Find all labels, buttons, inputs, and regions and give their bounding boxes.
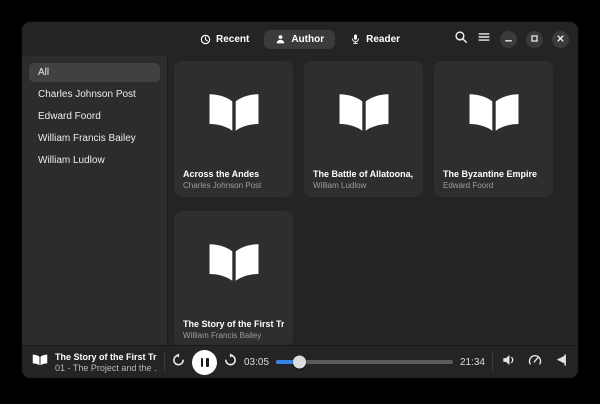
- sidebar-item-charles-johnson-post[interactable]: Charles Johnson Post: [29, 85, 160, 104]
- book-card[interactable]: The Battle of Allatoona, … William Ludlo…: [304, 61, 423, 197]
- open-book-icon: [467, 92, 521, 138]
- book-author: William Ludlow: [313, 181, 414, 190]
- tab-reader[interactable]: Reader: [339, 30, 411, 49]
- now-playing-cover[interactable]: [32, 353, 48, 371]
- seek-forward-icon: [224, 353, 237, 371]
- sidebar-item-william-francis-bailey[interactable]: William Francis Bailey: [29, 129, 160, 148]
- progress-slider[interactable]: [276, 355, 453, 369]
- book-author: Charles Johnson Post: [183, 181, 284, 190]
- app-window: Recent Author Reader: [22, 22, 578, 378]
- speedometer-icon: [528, 353, 542, 372]
- tab-author[interactable]: Author: [264, 30, 335, 49]
- sidebar-item-edward-foord[interactable]: Edward Foord: [29, 107, 160, 126]
- search-button[interactable]: [454, 30, 468, 49]
- volume-icon: [502, 353, 516, 372]
- sidebar-item-all[interactable]: All: [29, 63, 160, 82]
- divider: [492, 352, 493, 372]
- book-cover: [183, 61, 284, 169]
- clock-icon: [200, 34, 211, 45]
- search-icon: [454, 30, 468, 49]
- close-icon: [556, 30, 565, 48]
- header-bar: Recent Author Reader: [22, 22, 578, 56]
- hamburger-menu-icon: [477, 30, 491, 49]
- book-grid-area: Across the Andes Charles Johnson Post Th…: [168, 56, 578, 345]
- divider: [164, 352, 165, 372]
- microphone-icon: [350, 34, 361, 45]
- person-icon: [275, 34, 286, 45]
- sleep-timer-icon: [554, 353, 568, 372]
- slider-handle[interactable]: [293, 356, 306, 369]
- book-grid: Across the Andes Charles Johnson Post Th…: [174, 61, 578, 345]
- open-book-icon: [337, 92, 391, 138]
- book-cover: [313, 61, 414, 169]
- tab-reader-label: Reader: [366, 34, 400, 45]
- header-actions: [454, 22, 569, 56]
- book-author: William Francis Bailey: [183, 331, 284, 340]
- maximize-button[interactable]: [526, 31, 543, 48]
- seek-back-icon: [172, 353, 185, 371]
- elapsed-time: 03:05: [244, 357, 269, 368]
- open-book-icon: [207, 242, 261, 288]
- book-cover: [443, 61, 544, 169]
- tab-recent[interactable]: Recent: [189, 30, 260, 49]
- seek-back-button[interactable]: [172, 353, 185, 371]
- sleep-timer-button[interactable]: [554, 353, 568, 372]
- open-book-icon: [32, 353, 48, 371]
- playback-speed-button[interactable]: [528, 353, 542, 372]
- author-sidebar: All Charles Johnson Post Edward Foord Wi…: [22, 56, 168, 345]
- volume-button[interactable]: [502, 353, 516, 372]
- sidebar-item-william-ludlow[interactable]: William Ludlow: [29, 151, 160, 170]
- seek-forward-button[interactable]: [224, 353, 237, 371]
- book-card[interactable]: The Story of the First Tr… William Franc…: [174, 211, 293, 345]
- book-title: The Story of the First Tr…: [183, 319, 284, 329]
- slider-fill: [276, 360, 299, 364]
- book-title: Across the Andes: [183, 169, 284, 179]
- view-switcher: Recent Author Reader: [189, 30, 411, 49]
- book-title: The Byzantine Empire: [443, 169, 544, 179]
- maximize-icon: [530, 30, 539, 48]
- player-bar: The Story of the First Tr… 01 - The Proj…: [22, 345, 578, 378]
- content-area: All Charles Johnson Post Edward Foord Wi…: [22, 56, 578, 345]
- now-playing-info[interactable]: The Story of the First Tr… 01 - The Proj…: [55, 352, 157, 373]
- player-extra-controls: [502, 353, 568, 372]
- tab-recent-label: Recent: [216, 34, 249, 45]
- open-book-icon: [207, 92, 261, 138]
- now-playing-chapter: 01 - The Project and the …: [55, 363, 157, 373]
- play-pause-button[interactable]: [192, 350, 217, 375]
- tab-author-label: Author: [291, 34, 324, 45]
- now-playing-title: The Story of the First Tr…: [55, 352, 157, 362]
- menu-button[interactable]: [477, 30, 491, 49]
- book-cover: [183, 211, 284, 319]
- pause-icon: [201, 358, 209, 367]
- book-title: The Battle of Allatoona, …: [313, 169, 414, 179]
- slider-track[interactable]: [276, 360, 453, 364]
- book-card[interactable]: Across the Andes Charles Johnson Post: [174, 61, 293, 197]
- minimize-icon: [504, 30, 513, 48]
- close-button[interactable]: [552, 31, 569, 48]
- book-author: Edward Foord: [443, 181, 544, 190]
- total-time: 21:34: [460, 357, 485, 368]
- book-card[interactable]: The Byzantine Empire Edward Foord: [434, 61, 553, 197]
- minimize-button[interactable]: [500, 31, 517, 48]
